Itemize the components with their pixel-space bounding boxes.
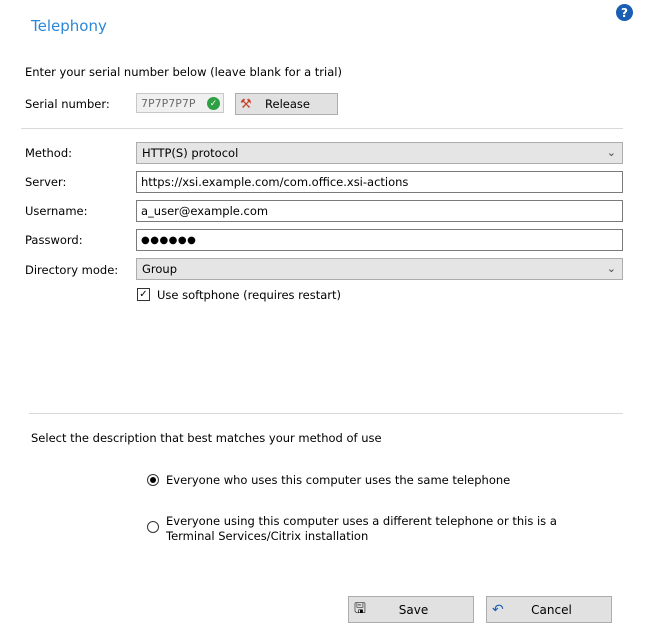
username-label: Username: xyxy=(25,204,88,218)
directory-mode-selected-value: Group xyxy=(142,262,178,276)
server-label: Server: xyxy=(25,175,67,189)
usage-prompt: Select the description that best matches… xyxy=(31,431,382,445)
server-value: https://xsi.example.com/com.office.xsi-a… xyxy=(141,175,409,189)
serial-intro-text: Enter your serial number below (leave bl… xyxy=(25,65,342,79)
save-button-label: Save xyxy=(398,602,429,617)
method-label: Method: xyxy=(25,146,73,160)
release-button-label: Release xyxy=(265,97,310,111)
directory-mode-label: Directory mode: xyxy=(25,263,119,277)
page-title: Telephony xyxy=(31,17,107,35)
chevron-down-icon: ⌄ xyxy=(606,146,616,159)
serial-number-field[interactable]: 7P7P7P7P ✓ xyxy=(136,93,224,113)
chevron-down-icon: ⌄ xyxy=(606,262,616,275)
directory-mode-select[interactable]: Group ⌄ xyxy=(136,258,623,280)
divider xyxy=(29,413,623,414)
password-label: Password: xyxy=(25,233,83,247)
username-input[interactable]: a_user@example.com xyxy=(136,200,623,222)
cancel-button-label: Cancel xyxy=(531,602,572,617)
release-button[interactable]: ⚒ Release xyxy=(235,93,338,115)
radio-label-different-telephone[interactable]: Everyone using this computer uses a diff… xyxy=(166,514,606,544)
softphone-checkbox[interactable]: ✓ xyxy=(137,288,150,301)
radio-label-same-telephone[interactable]: Everyone who uses this computer uses the… xyxy=(166,473,606,488)
username-value: a_user@example.com xyxy=(141,204,269,218)
softphone-label[interactable]: Use softphone (requires restart) xyxy=(157,288,341,302)
cancel-button[interactable]: ↶ Cancel xyxy=(486,596,612,623)
help-icon[interactable]: ? xyxy=(616,4,633,21)
serial-number-value: 7P7P7P7P xyxy=(141,96,196,110)
password-input[interactable]: ●●●●●● xyxy=(136,229,623,251)
radio-selected-dot xyxy=(150,477,156,483)
divider xyxy=(21,128,623,129)
radio-same-telephone[interactable] xyxy=(147,474,159,486)
method-selected-value: HTTP(S) protocol xyxy=(142,146,239,160)
method-select[interactable]: HTTP(S) protocol ⌄ xyxy=(136,142,623,164)
password-value: ●●●●●● xyxy=(141,234,197,246)
valid-check-icon: ✓ xyxy=(207,97,220,110)
undo-icon: ↶ xyxy=(492,601,504,618)
server-input[interactable]: https://xsi.example.com/com.office.xsi-a… xyxy=(136,171,623,193)
release-icon: ⚒ xyxy=(240,96,252,112)
save-button[interactable]: 🖫 Save xyxy=(348,596,474,623)
save-icon: 🖫 xyxy=(354,600,366,617)
radio-different-telephone[interactable] xyxy=(147,521,159,533)
serial-number-label: Serial number: xyxy=(25,97,110,111)
